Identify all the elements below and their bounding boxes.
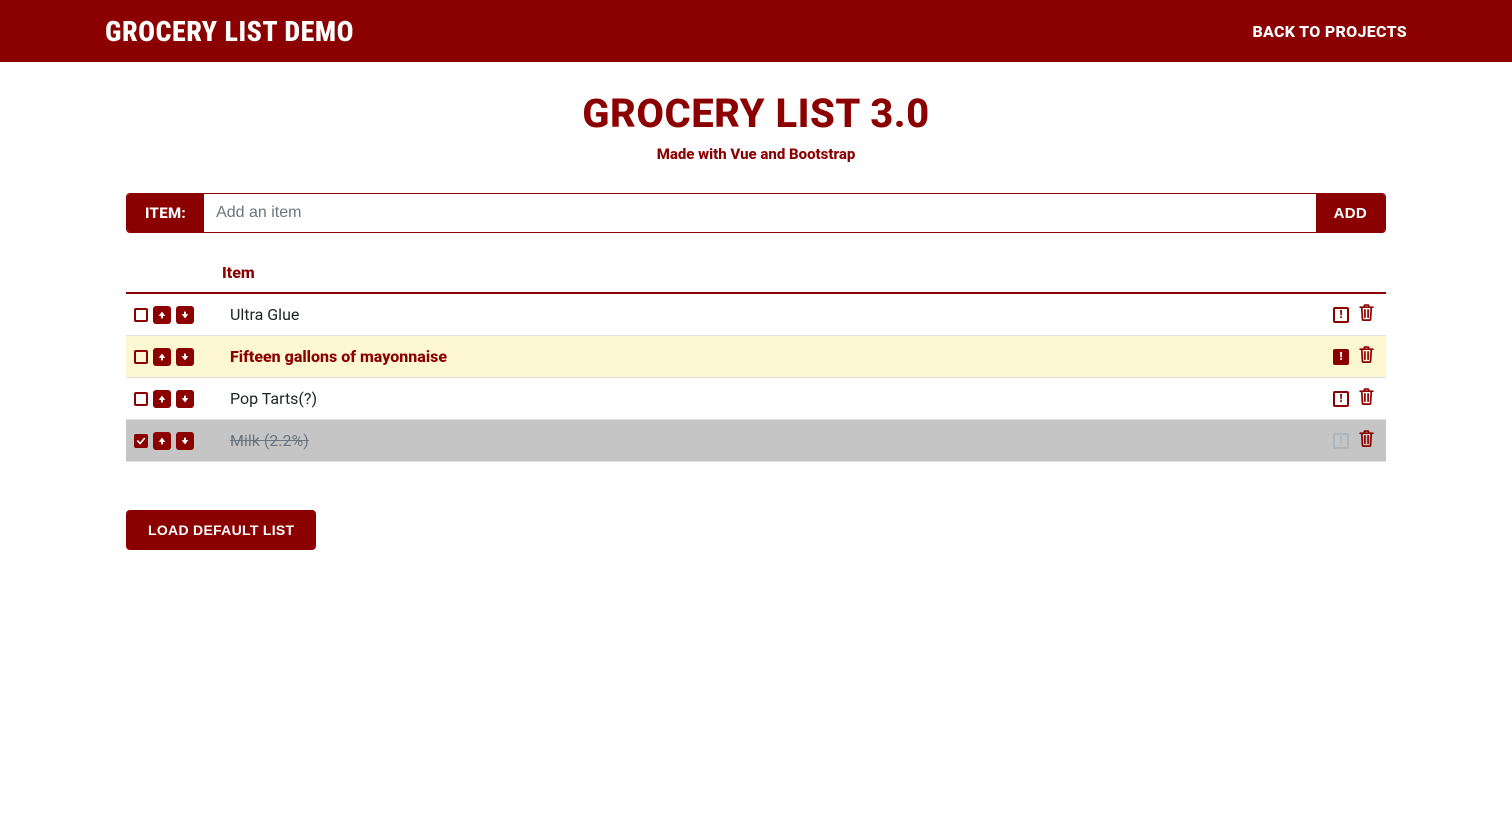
- table-row: Fifteen gallons of mayonnaise!: [126, 336, 1386, 378]
- move-up-button[interactable]: [153, 432, 171, 450]
- navbar: GROCERY LIST DEMO BACK TO PROJECTS: [0, 0, 1512, 62]
- checkbox[interactable]: [134, 392, 148, 406]
- checkbox[interactable]: [134, 308, 148, 322]
- arrow-up-icon: [157, 389, 167, 408]
- page-subtitle: Made with Vue and Bootstrap: [126, 145, 1386, 163]
- column-header-item: Item: [222, 263, 255, 282]
- trash-icon: [1359, 304, 1374, 325]
- page-title: GROCERY LIST 3.0: [126, 90, 1386, 137]
- priority-button[interactable]: !: [1333, 349, 1349, 365]
- row-actions: !: [1333, 304, 1378, 325]
- item-text: Pop Tarts(?): [222, 389, 1333, 408]
- input-label: ITEM:: [127, 194, 204, 232]
- add-item-input[interactable]: [204, 194, 1316, 232]
- item-text: Ultra Glue: [222, 305, 1333, 324]
- checkbox[interactable]: [134, 434, 148, 448]
- exclamation-icon: !: [1339, 350, 1342, 363]
- item-list: Ultra Glue!Fifteen gallons of mayonnaise…: [126, 294, 1386, 462]
- delete-button[interactable]: [1359, 304, 1374, 325]
- add-button[interactable]: ADD: [1316, 194, 1385, 232]
- arrow-up-icon: [157, 431, 167, 450]
- table-header-row: Item: [126, 255, 1386, 294]
- table-row: Milk (2.2%)!: [126, 420, 1386, 462]
- row-actions: !: [1333, 388, 1378, 409]
- navbar-brand: GROCERY LIST DEMO: [105, 15, 354, 48]
- arrow-up-icon: [157, 347, 167, 366]
- delete-button[interactable]: [1359, 346, 1374, 367]
- move-up-button[interactable]: [153, 306, 171, 324]
- arrow-down-icon: [180, 305, 190, 324]
- arrow-down-icon: [180, 431, 190, 450]
- move-down-button[interactable]: [176, 348, 194, 366]
- priority-button[interactable]: !: [1333, 307, 1349, 323]
- move-down-button[interactable]: [176, 432, 194, 450]
- table-row: Ultra Glue!: [126, 294, 1386, 336]
- arrow-down-icon: [180, 389, 190, 408]
- arrow-up-icon: [157, 305, 167, 324]
- priority-button[interactable]: !: [1333, 391, 1349, 407]
- move-down-button[interactable]: [176, 390, 194, 408]
- checkbox[interactable]: [134, 350, 148, 364]
- exclamation-icon: !: [1339, 434, 1342, 447]
- trash-icon: [1359, 430, 1374, 451]
- trash-icon: [1359, 346, 1374, 367]
- delete-button[interactable]: [1359, 430, 1374, 451]
- row-actions: !: [1333, 430, 1378, 451]
- exclamation-icon: !: [1339, 392, 1342, 405]
- row-controls: [134, 306, 222, 324]
- arrow-down-icon: [180, 347, 190, 366]
- table-row: Pop Tarts(?)!: [126, 378, 1386, 420]
- move-up-button[interactable]: [153, 348, 171, 366]
- row-controls: [134, 390, 222, 408]
- add-item-input-group: ITEM: ADD: [126, 193, 1386, 233]
- item-text: Fifteen gallons of mayonnaise: [222, 347, 1333, 366]
- row-controls: [134, 432, 222, 450]
- item-text: Milk (2.2%): [222, 431, 1333, 450]
- move-down-button[interactable]: [176, 306, 194, 324]
- move-up-button[interactable]: [153, 390, 171, 408]
- row-controls: [134, 348, 222, 366]
- row-actions: !: [1333, 346, 1378, 367]
- delete-button[interactable]: [1359, 388, 1374, 409]
- exclamation-icon: !: [1339, 308, 1342, 321]
- load-default-list-button[interactable]: LOAD DEFAULT LIST: [126, 510, 316, 550]
- priority-button: !: [1333, 433, 1349, 449]
- trash-icon: [1359, 388, 1374, 409]
- back-to-projects-link[interactable]: BACK TO PROJECTS: [1252, 22, 1407, 41]
